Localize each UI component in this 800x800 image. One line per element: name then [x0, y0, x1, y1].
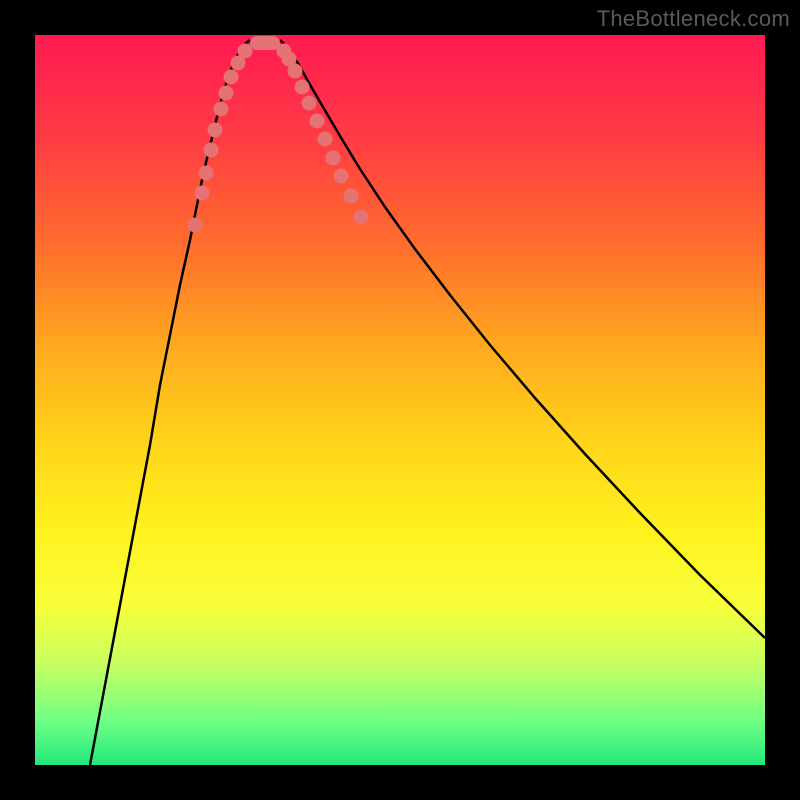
data-dot: [318, 132, 333, 147]
data-dot: [219, 86, 234, 101]
dots-right-group: [277, 44, 369, 225]
data-dot: [188, 218, 203, 233]
chart-frame: TheBottleneck.com: [0, 0, 800, 800]
left-curve: [90, 40, 250, 765]
data-dot: [288, 64, 303, 79]
data-dot: [344, 189, 359, 204]
data-dot: [238, 44, 253, 59]
data-dot: [354, 210, 369, 225]
plot-area: [35, 35, 765, 765]
bottom-pill: [250, 36, 280, 50]
data-dot: [295, 80, 310, 95]
data-dot: [204, 143, 219, 158]
data-dot: [195, 186, 210, 201]
right-curve: [280, 40, 765, 638]
watermark-text: TheBottleneck.com: [597, 6, 790, 32]
data-dot: [199, 166, 214, 181]
data-dot: [214, 102, 229, 117]
data-dot: [326, 151, 341, 166]
data-dot: [302, 96, 317, 111]
data-dot: [224, 70, 239, 85]
data-dot: [208, 123, 223, 138]
data-dot: [334, 169, 349, 184]
chart-svg: [35, 35, 765, 765]
data-dot: [310, 114, 325, 129]
